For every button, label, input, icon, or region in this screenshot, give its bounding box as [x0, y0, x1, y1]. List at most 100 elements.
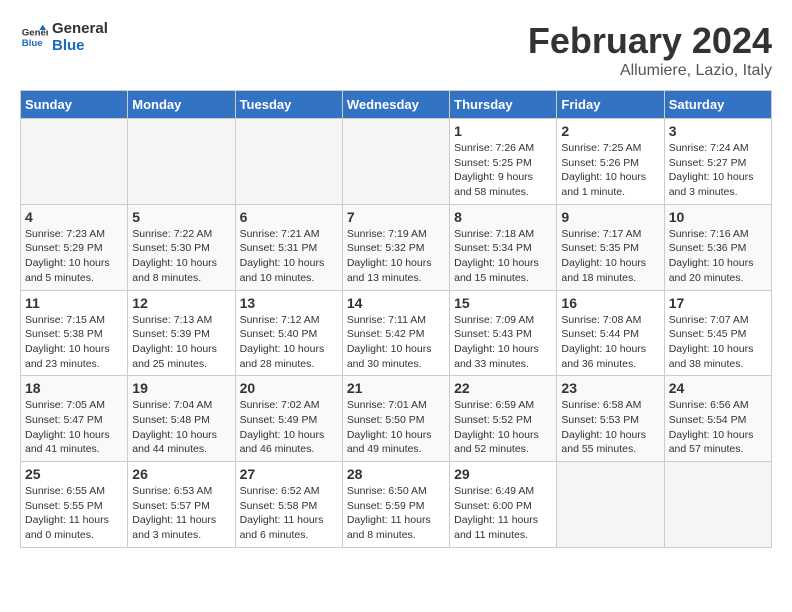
calendar-cell: 6 Sunrise: 7:21 AM Sunset: 5:31 PM Daylig… — [235, 204, 342, 290]
main-title: February 2024 — [528, 20, 772, 62]
calendar-cell: 12 Sunrise: 7:13 AM Sunset: 5:39 PM Dayli… — [128, 290, 235, 376]
calendar-cell: 24 Sunrise: 6:56 AM Sunset: 5:54 PM Dayli… — [664, 376, 771, 462]
header: General Blue General Blue February 2024 … — [20, 20, 772, 80]
day-number: 2 — [561, 123, 659, 139]
calendar-cell — [235, 119, 342, 205]
day-info: Sunrise: 7:22 AM Sunset: 5:30 PM Dayligh… — [132, 227, 230, 286]
calendar-cell — [342, 119, 449, 205]
day-info: Sunrise: 7:18 AM Sunset: 5:34 PM Dayligh… — [454, 227, 552, 286]
day-number: 7 — [347, 209, 445, 225]
day-info: Sunrise: 7:07 AM Sunset: 5:45 PM Dayligh… — [669, 313, 767, 372]
day-number: 14 — [347, 295, 445, 311]
day-info: Sunrise: 7:26 AM Sunset: 5:25 PM Dayligh… — [454, 141, 552, 200]
day-info: Sunrise: 7:23 AM Sunset: 5:29 PM Dayligh… — [25, 227, 123, 286]
calendar-cell: 4 Sunrise: 7:23 AM Sunset: 5:29 PM Daylig… — [21, 204, 128, 290]
day-number: 25 — [25, 466, 123, 482]
header-day-tuesday: Tuesday — [235, 91, 342, 119]
calendar-cell: 15 Sunrise: 7:09 AM Sunset: 5:43 PM Dayli… — [450, 290, 557, 376]
header-day-wednesday: Wednesday — [342, 91, 449, 119]
logo-line1: General — [52, 20, 108, 37]
logo: General Blue General Blue — [20, 20, 108, 54]
day-info: Sunrise: 7:05 AM Sunset: 5:47 PM Dayligh… — [25, 398, 123, 457]
day-info: Sunrise: 7:16 AM Sunset: 5:36 PM Dayligh… — [669, 227, 767, 286]
day-number: 23 — [561, 380, 659, 396]
calendar-cell: 17 Sunrise: 7:07 AM Sunset: 5:45 PM Dayli… — [664, 290, 771, 376]
day-number: 5 — [132, 209, 230, 225]
day-number: 10 — [669, 209, 767, 225]
week-row-4: 18Sunrise: 7:05 AM Sunset: 5:47 PM Dayli… — [21, 376, 772, 462]
week-row-1: 1 Sunrise: 7:26 AM Sunset: 5:25 PM Daylig… — [21, 119, 772, 205]
subtitle: Allumiere, Lazio, Italy — [528, 62, 772, 80]
day-info: Sunrise: 7:02 AM Sunset: 5:49 PM Dayligh… — [240, 398, 338, 457]
week-row-2: 4 Sunrise: 7:23 AM Sunset: 5:29 PM Daylig… — [21, 204, 772, 290]
day-info: Sunrise: 6:56 AM Sunset: 5:54 PM Dayligh… — [669, 398, 767, 457]
week-row-3: 11 Sunrise: 7:15 AM Sunset: 5:38 PM Dayli… — [21, 290, 772, 376]
day-info: Sunrise: 6:50 AM Sunset: 5:59 PM Dayligh… — [347, 484, 445, 543]
day-info: Sunrise: 7:04 AM Sunset: 5:48 PM Dayligh… — [132, 398, 230, 457]
day-number: 16 — [561, 295, 659, 311]
day-info: Sunrise: 7:13 AM Sunset: 5:39 PM Dayligh… — [132, 313, 230, 372]
day-number: 27 — [240, 466, 338, 482]
calendar-cell: 3Sunrise: 7:24 AM Sunset: 5:27 PM Daylig… — [664, 119, 771, 205]
svg-text:Blue: Blue — [22, 38, 43, 49]
day-number: 12 — [132, 295, 230, 311]
calendar-cell: 23 Sunrise: 6:58 AM Sunset: 5:53 PM Dayli… — [557, 376, 664, 462]
day-number: 6 — [240, 209, 338, 225]
day-number: 20 — [240, 380, 338, 396]
calendar-cell: 29 Sunrise: 6:49 AM Sunset: 6:00 PM Dayli… — [450, 462, 557, 548]
calendar-cell: 7 Sunrise: 7:19 AM Sunset: 5:32 PM Daylig… — [342, 204, 449, 290]
calendar-cell: 21 Sunrise: 7:01 AM Sunset: 5:50 PM Dayli… — [342, 376, 449, 462]
calendar-cell: 10 Sunrise: 7:16 AM Sunset: 5:36 PM Dayli… — [664, 204, 771, 290]
day-number: 8 — [454, 209, 552, 225]
calendar-cell: 14 Sunrise: 7:11 AM Sunset: 5:42 PM Dayli… — [342, 290, 449, 376]
day-info: Sunrise: 7:21 AM Sunset: 5:31 PM Dayligh… — [240, 227, 338, 286]
day-info: Sunrise: 6:52 AM Sunset: 5:58 PM Dayligh… — [240, 484, 338, 543]
day-info: Sunrise: 7:01 AM Sunset: 5:50 PM Dayligh… — [347, 398, 445, 457]
day-number: 21 — [347, 380, 445, 396]
day-number: 9 — [561, 209, 659, 225]
calendar-cell: 25 Sunrise: 6:55 AM Sunset: 5:55 PM Dayli… — [21, 462, 128, 548]
day-number: 15 — [454, 295, 552, 311]
calendar-cell — [664, 462, 771, 548]
day-info: Sunrise: 7:09 AM Sunset: 5:43 PM Dayligh… — [454, 313, 552, 372]
day-info: Sunrise: 7:15 AM Sunset: 5:38 PM Dayligh… — [25, 313, 123, 372]
calendar-cell: 11 Sunrise: 7:15 AM Sunset: 5:38 PM Dayli… — [21, 290, 128, 376]
calendar-cell: 20 Sunrise: 7:02 AM Sunset: 5:49 PM Dayli… — [235, 376, 342, 462]
day-info: Sunrise: 6:55 AM Sunset: 5:55 PM Dayligh… — [25, 484, 123, 543]
day-number: 22 — [454, 380, 552, 396]
logo-line2: Blue — [52, 37, 108, 54]
logo-icon: General Blue — [20, 23, 48, 51]
header-day-saturday: Saturday — [664, 91, 771, 119]
week-row-5: 25 Sunrise: 6:55 AM Sunset: 5:55 PM Dayli… — [21, 462, 772, 548]
day-info: Sunrise: 7:08 AM Sunset: 5:44 PM Dayligh… — [561, 313, 659, 372]
day-info: Sunrise: 6:58 AM Sunset: 5:53 PM Dayligh… — [561, 398, 659, 457]
day-number: 11 — [25, 295, 123, 311]
day-info: Sunrise: 7:11 AM Sunset: 5:42 PM Dayligh… — [347, 313, 445, 372]
day-number: 24 — [669, 380, 767, 396]
day-number: 29 — [454, 466, 552, 482]
day-number: 1 — [454, 123, 552, 139]
day-number: 3 — [669, 123, 767, 139]
day-info: Sunrise: 7:25 AM Sunset: 5:26 PM Dayligh… — [561, 141, 659, 200]
calendar-cell — [128, 119, 235, 205]
calendar-cell — [557, 462, 664, 548]
calendar-cell: 19Sunrise: 7:04 AM Sunset: 5:48 PM Dayli… — [128, 376, 235, 462]
calendar-cell: 16 Sunrise: 7:08 AM Sunset: 5:44 PM Dayli… — [557, 290, 664, 376]
calendar-cell: 1 Sunrise: 7:26 AM Sunset: 5:25 PM Daylig… — [450, 119, 557, 205]
calendar-cell: 5 Sunrise: 7:22 AM Sunset: 5:30 PM Daylig… — [128, 204, 235, 290]
day-number: 4 — [25, 209, 123, 225]
day-number: 13 — [240, 295, 338, 311]
header-day-monday: Monday — [128, 91, 235, 119]
calendar-cell: 9 Sunrise: 7:17 AM Sunset: 5:35 PM Daylig… — [557, 204, 664, 290]
calendar-cell: 22Sunrise: 6:59 AM Sunset: 5:52 PM Dayli… — [450, 376, 557, 462]
calendar-cell: 27 Sunrise: 6:52 AM Sunset: 5:58 PM Dayli… — [235, 462, 342, 548]
calendar-cell — [21, 119, 128, 205]
calendar-cell: 13Sunrise: 7:12 AM Sunset: 5:40 PM Dayli… — [235, 290, 342, 376]
day-info: Sunrise: 6:49 AM Sunset: 6:00 PM Dayligh… — [454, 484, 552, 543]
header-day-sunday: Sunday — [21, 91, 128, 119]
calendar-cell: 18Sunrise: 7:05 AM Sunset: 5:47 PM Dayli… — [21, 376, 128, 462]
title-area: February 2024 Allumiere, Lazio, Italy — [528, 20, 772, 80]
day-info: Sunrise: 7:17 AM Sunset: 5:35 PM Dayligh… — [561, 227, 659, 286]
day-number: 17 — [669, 295, 767, 311]
day-info: Sunrise: 7:19 AM Sunset: 5:32 PM Dayligh… — [347, 227, 445, 286]
